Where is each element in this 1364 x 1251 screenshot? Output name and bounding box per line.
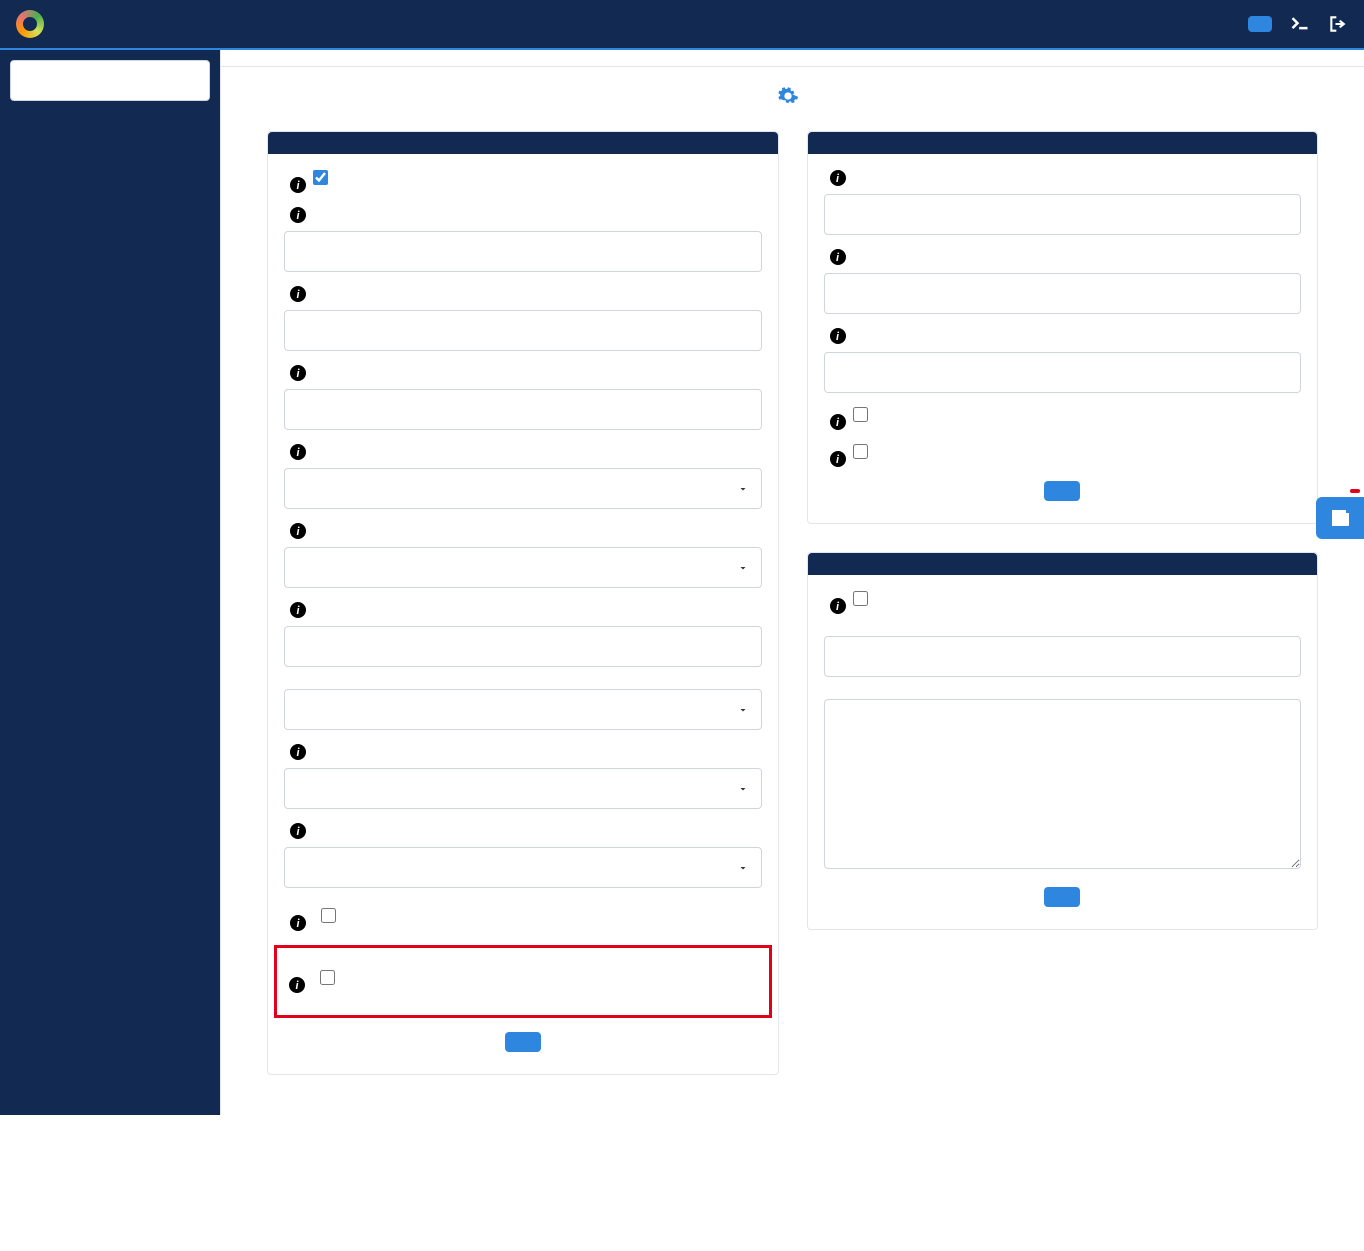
gear-icon — [777, 85, 799, 107]
disable-edit-button[interactable] — [1044, 887, 1080, 907]
info-icon[interactable]: i — [289, 977, 305, 993]
enduser-edit-button[interactable] — [1044, 481, 1080, 501]
cookie-name-input[interactable] — [284, 231, 762, 272]
info-icon[interactable]: i — [290, 444, 306, 460]
info-icon[interactable]: i — [830, 414, 846, 430]
is-vps-checkbox[interactable] — [313, 170, 328, 185]
news-float-button[interactable] — [1316, 497, 1364, 539]
info-icon[interactable]: i — [290, 207, 306, 223]
info-icon[interactable]: i — [290, 177, 306, 193]
topbar-info — [1194, 14, 1348, 34]
info-icon[interactable]: i — [290, 915, 306, 931]
terminal-icon[interactable] — [1290, 14, 1310, 34]
login-badge[interactable] — [1248, 16, 1272, 32]
general-settings-card: i i i i — [267, 131, 779, 1075]
info-icon[interactable]: i — [290, 602, 306, 618]
general-edit-button[interactable] — [505, 1032, 541, 1052]
session-input[interactable] — [824, 273, 1302, 314]
timezone-select[interactable] — [284, 689, 762, 730]
message-textarea[interactable] — [824, 699, 1302, 869]
page-title — [221, 67, 1364, 131]
info-icon[interactable]: i — [290, 523, 306, 539]
news-icon — [1328, 506, 1352, 530]
info-icon[interactable]: i — [830, 598, 846, 614]
logout-icon[interactable] — [1328, 14, 1348, 34]
cron-checkbox[interactable] — [853, 407, 868, 422]
general-settings-header — [268, 132, 778, 154]
admin-email-input[interactable] — [284, 310, 762, 351]
info-icon[interactable]: i — [290, 286, 306, 302]
from-email-input[interactable] — [284, 389, 762, 430]
topbar — [0, 0, 1364, 50]
info-icon[interactable]: i — [830, 451, 846, 467]
logo-icon — [16, 10, 44, 38]
info-icon[interactable]: i — [290, 744, 306, 760]
turnoff-checkbox[interactable] — [853, 591, 868, 606]
compress-checkbox[interactable] — [853, 444, 868, 459]
ip-change-highlight: i — [274, 945, 772, 1018]
info-icon[interactable]: i — [830, 328, 846, 344]
breadcrumb — [221, 50, 1364, 67]
sidebar — [0, 50, 220, 1115]
search-input[interactable] — [10, 60, 210, 101]
info-icon[interactable]: i — [830, 170, 846, 186]
time-format-input[interactable] — [284, 626, 762, 667]
info-icon[interactable]: i — [830, 249, 846, 265]
subject-input[interactable] — [824, 636, 1302, 677]
logo[interactable] — [16, 10, 50, 38]
enduser-settings-card: i i i i — [807, 131, 1319, 524]
pwlen-input[interactable] — [824, 194, 1302, 235]
enduser-settings-header — [808, 132, 1318, 154]
info-icon[interactable]: i — [290, 365, 306, 381]
ipchange-checkbox[interactable] — [320, 970, 335, 985]
disable-webuzo-card: i — [807, 552, 1319, 930]
main-content: i i i i — [220, 50, 1364, 1115]
language-select[interactable] — [284, 468, 762, 509]
news-badge — [1350, 489, 1360, 493]
info-icon[interactable]: i — [290, 823, 306, 839]
loglevel-select[interactable] — [284, 847, 762, 888]
disable-webuzo-header — [808, 553, 1318, 575]
theme-select[interactable] — [284, 547, 762, 588]
soa-input[interactable] — [824, 352, 1302, 393]
homedir-select[interactable] — [284, 768, 762, 809]
dbprefix-checkbox[interactable] — [321, 908, 336, 923]
